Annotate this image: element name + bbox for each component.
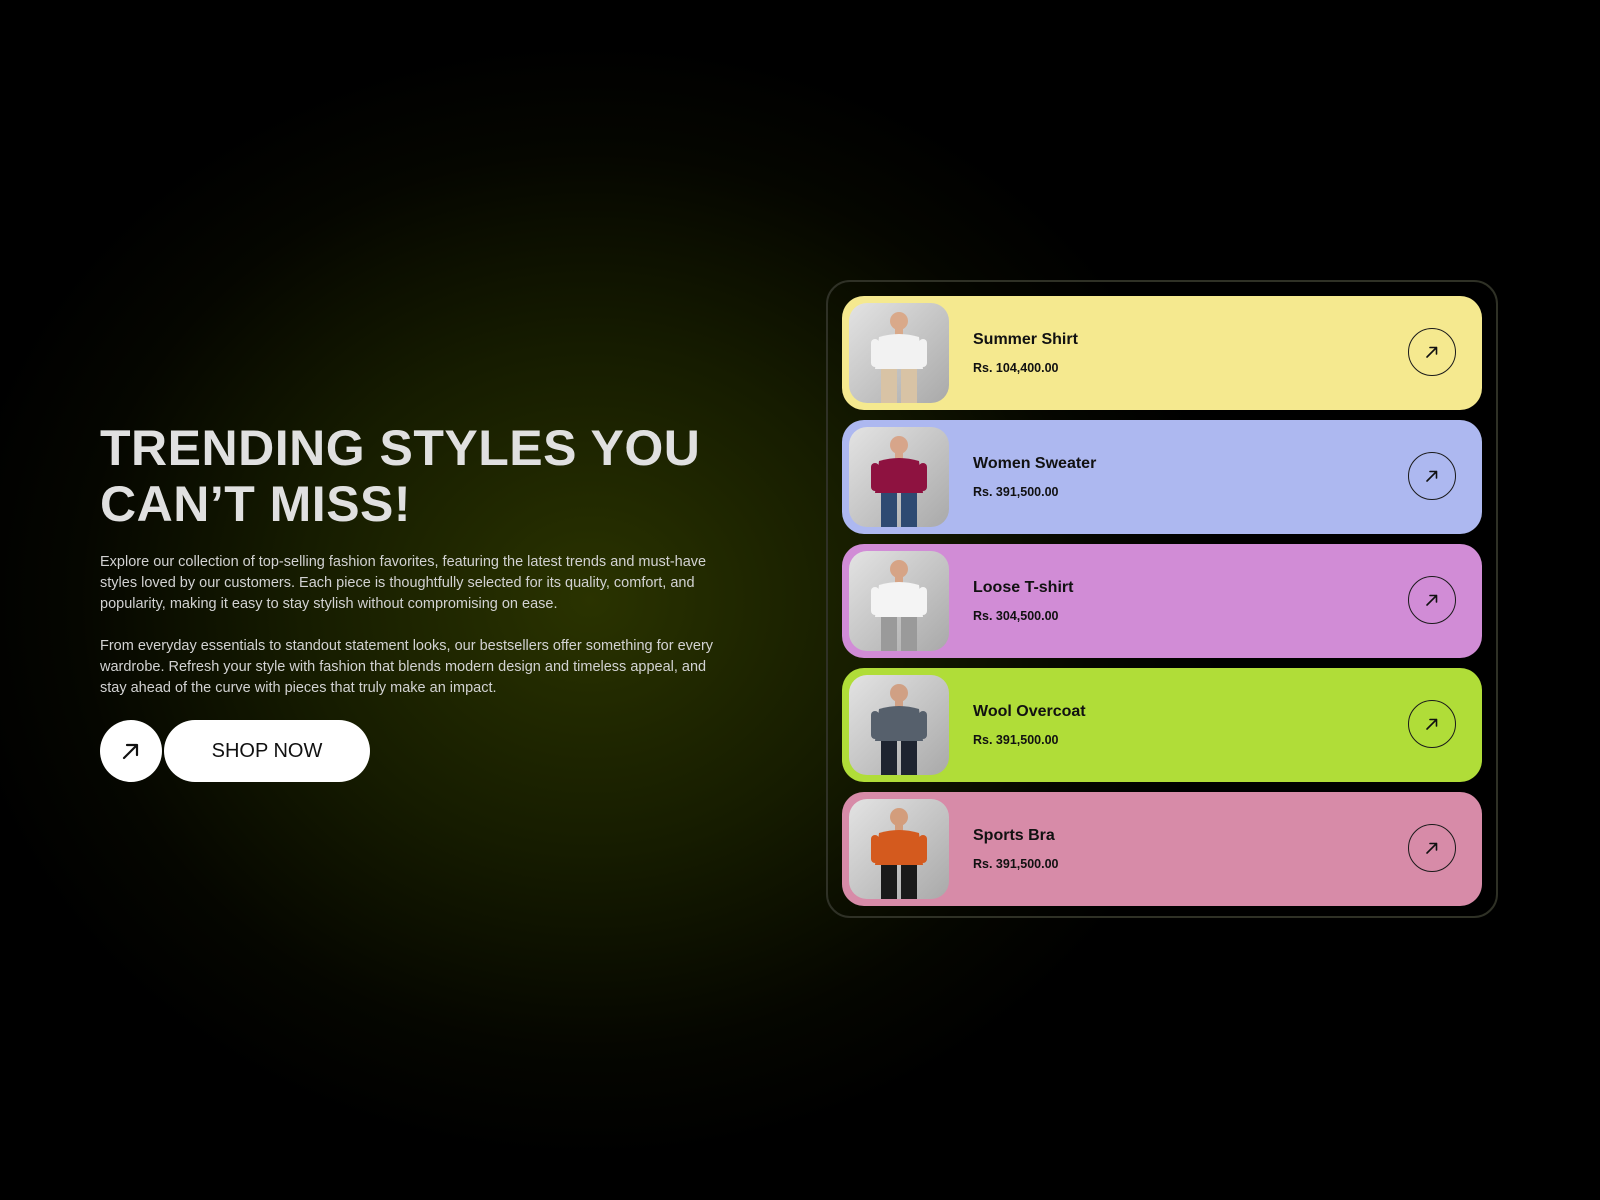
open-product-button[interactable] [1408,452,1456,500]
product-card[interactable]: Summer Shirt Rs. 104,400.00 [842,296,1482,410]
arrow-up-right-icon [1426,718,1438,730]
shop-now-arrow-button[interactable] [100,720,162,782]
product-info: Summer Shirt Rs. 104,400.00 [973,331,1482,375]
product-card[interactable]: Wool Overcoat Rs. 391,500.00 [842,668,1482,782]
cta-group: SHOP NOW [100,720,720,782]
product-image [849,675,949,775]
arrow-up-right-icon [1426,594,1438,606]
product-image [849,427,949,527]
product-image [849,799,949,899]
product-name: Summer Shirt [973,331,1078,348]
product-card[interactable]: Sports Bra Rs. 391,500.00 [842,792,1482,906]
product-image [849,303,949,403]
open-product-button[interactable] [1408,700,1456,748]
product-price: Rs. 104,400.00 [973,361,1059,375]
product-name: Wool Overcoat [973,703,1086,720]
model-figure-icon [871,312,927,403]
product-name: Loose T-shirt [973,579,1074,596]
product-info: Women Sweater Rs. 391,500.00 [973,455,1482,499]
product-info: Wool Overcoat Rs. 391,500.00 [973,703,1482,747]
product-name: Sports Bra [973,827,1055,844]
arrow-up-right-icon [1426,346,1438,358]
arrow-up-right-icon [1426,842,1438,854]
product-name: Women Sweater [973,455,1097,472]
product-image [849,551,949,651]
model-figure-icon [871,560,927,651]
hero-section: TRENDING STYLES YOU CAN’T MISS! Explore … [100,420,720,782]
product-price: Rs. 391,500.00 [973,485,1059,499]
open-product-button[interactable] [1408,328,1456,376]
product-info: Loose T-shirt Rs. 304,500.00 [973,579,1482,623]
trending-products-panel: Summer Shirt Rs. 104,400.00 Women Sweater R… [826,280,1498,918]
secondary-paragraph: From everyday essentials to standout sta… [100,638,714,696]
page-title-line-2: CAN’T MISS! [100,476,412,532]
open-product-button[interactable] [1408,576,1456,624]
product-price: Rs. 391,500.00 [973,733,1059,747]
open-product-button[interactable] [1408,824,1456,872]
product-info: Sports Bra Rs. 391,500.00 [973,827,1482,871]
arrow-up-right-icon [122,743,139,760]
page-title: TRENDING STYLES YOU CAN’T MISS! [100,420,720,532]
intro-paragraph: Explore our collection of top-selling fa… [100,554,707,612]
page-title-line-1: TRENDING STYLES YOU [100,420,701,476]
product-price: Rs. 304,500.00 [973,609,1059,623]
model-figure-icon [871,808,927,899]
arrow-up-right-icon [1426,470,1438,482]
shop-now-button[interactable]: SHOP NOW [164,720,370,782]
model-figure-icon [871,436,927,527]
product-card[interactable]: Women Sweater Rs. 391,500.00 [842,420,1482,534]
product-price: Rs. 391,500.00 [973,857,1059,871]
model-figure-icon [871,684,927,775]
product-card[interactable]: Loose T-shirt Rs. 304,500.00 [842,544,1482,658]
